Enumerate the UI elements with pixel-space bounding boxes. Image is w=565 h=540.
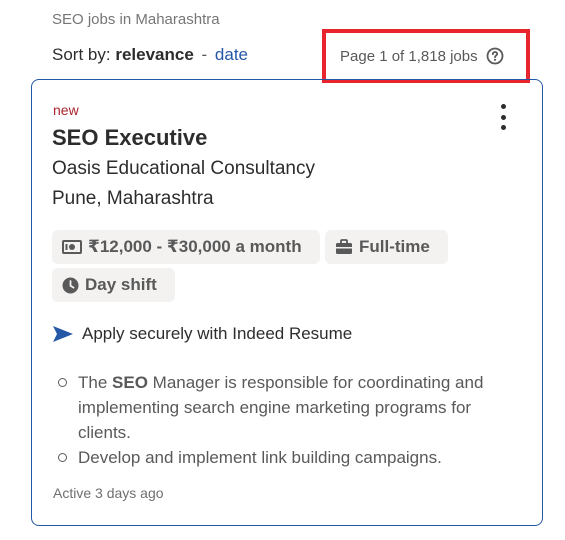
salary-chip: ₹12,000 - ₹30,000 a month	[52, 230, 320, 264]
snippet-item: The SEO Manager is responsible for coord…	[52, 370, 522, 445]
company-name: Oasis Educational Consultancy	[52, 158, 315, 179]
apply-info: Apply securely with Indeed Resume	[52, 324, 352, 344]
posted-date: Active 3 days ago	[53, 485, 164, 501]
sort-row: Sort by: relevance - date	[52, 45, 248, 65]
shift-text: Day shift	[85, 275, 157, 294]
page-count: Page 1 of 1,818 jobs	[340, 47, 504, 65]
snippet-item: Develop and implement link building camp…	[52, 445, 522, 470]
sort-separator: -	[201, 45, 208, 64]
sort-date-link[interactable]: date	[215, 45, 248, 64]
job-type-text: Full-time	[359, 237, 430, 256]
briefcase-icon	[336, 239, 352, 254]
job-location: Pune, Maharashtra	[52, 188, 214, 209]
money-icon	[62, 240, 82, 254]
sort-label: Sort by:	[52, 45, 111, 64]
job-type-chip: Full-time	[325, 230, 448, 264]
question-circle-icon[interactable]	[486, 47, 504, 65]
search-title: SEO jobs in Maharashtra	[52, 11, 220, 28]
job-title[interactable]: SEO Executive	[52, 125, 207, 151]
job-snippet: The SEO Manager is responsible for coord…	[52, 370, 522, 470]
shift-chip: Day shift	[52, 268, 175, 302]
new-badge: new	[53, 102, 79, 118]
clock-icon	[62, 277, 79, 293]
apply-text: Apply securely with Indeed Resume	[82, 324, 353, 343]
sort-relevance: relevance	[115, 45, 194, 64]
salary-text: ₹12,000 - ₹30,000 a month	[88, 237, 302, 256]
page-count-text: Page 1 of 1,818 jobs	[340, 47, 478, 65]
kebab-menu-icon[interactable]	[492, 102, 514, 132]
send-arrow-icon	[53, 326, 73, 342]
